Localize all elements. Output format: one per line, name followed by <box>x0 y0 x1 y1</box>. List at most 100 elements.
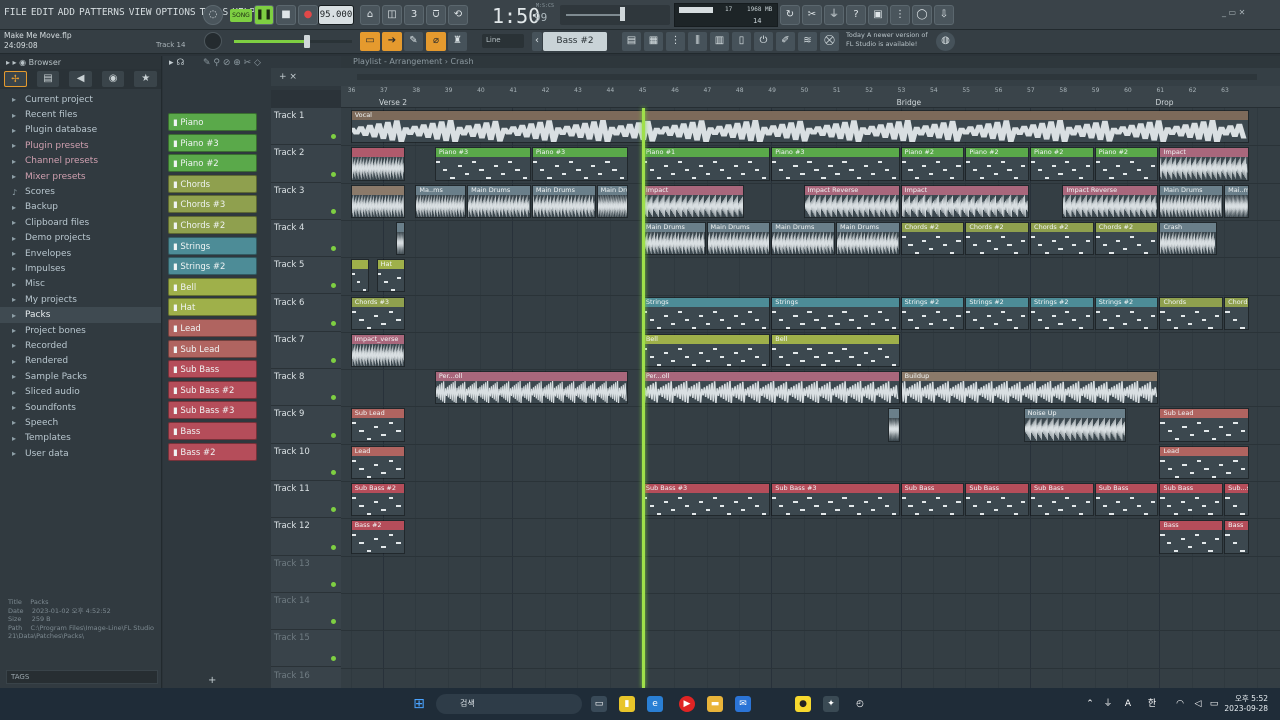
track-mute-led[interactable] <box>331 358 336 364</box>
pencil-icon[interactable]: ✎ <box>404 32 423 51</box>
playlist-clip[interactable]: Main Drums <box>531 184 596 218</box>
track-mute-led[interactable] <box>331 432 336 438</box>
playlist-clip[interactable]: Main Drums <box>835 221 900 256</box>
browser-item-15[interactable]: ▸ Project bones <box>0 323 161 338</box>
channel-button[interactable]: ▮ Bass <box>168 422 257 440</box>
link-icon[interactable]: ⌀ <box>426 32 446 51</box>
menu-view[interactable]: VIEW <box>129 7 152 18</box>
channel-button[interactable]: ▮ Bell <box>168 277 257 296</box>
channel-button[interactable]: ▮ Strings <box>168 236 257 255</box>
mic-tray-icon[interactable]: ⏚ <box>1100 696 1116 712</box>
channel-rack-icon[interactable]: ⋮ <box>666 32 685 51</box>
playlist-clip[interactable]: Sub Bass <box>1030 483 1094 517</box>
playlist-clip[interactable]: Noise Up <box>1023 408 1127 442</box>
recording-mode-icon[interactable]: ◌ <box>203 5 223 25</box>
playlist-clip[interactable]: Piano #3 <box>434 147 531 181</box>
playlist-clip[interactable]: Hat <box>376 259 405 293</box>
cut-icon[interactable]: ✂ <box>802 5 822 25</box>
taskbar-clock[interactable]: 오후 5:52 2023-09-28 <box>1222 693 1268 713</box>
browser-item-20[interactable]: ▸ Soundfonts <box>0 400 161 415</box>
track-header[interactable]: Track 6 <box>271 295 341 332</box>
playlist-clip[interactable]: Sub Bass #3 <box>641 483 771 517</box>
track-header[interactable]: Track 10 <box>271 444 341 481</box>
file-explorer-icon[interactable]: ▬ <box>707 696 723 712</box>
playlist-clip[interactable]: Sub Lead <box>350 408 405 442</box>
track-mute-led[interactable] <box>331 581 336 587</box>
playlist-clip[interactable]: Chords #3 <box>350 296 405 330</box>
track-mute-led[interactable] <box>331 246 336 252</box>
browser-item-8[interactable]: ▸ Clipboard files <box>0 215 161 230</box>
browser-icon[interactable]: ▥ <box>710 32 729 51</box>
add-channel-icon[interactable]: + <box>208 675 216 686</box>
playlist-clip[interactable]: Sub Bass <box>965 483 1030 517</box>
master-volume-knob[interactable] <box>204 32 222 50</box>
channel-button[interactable]: ▮ Strings #2 <box>168 257 257 276</box>
plugin-icon[interactable]: ▯ <box>732 32 751 51</box>
loop-record-icon[interactable]: ⟲ <box>448 5 468 25</box>
snap-select[interactable]: Line <box>482 34 524 48</box>
playlist-clip[interactable]: Sub Bass #3 <box>771 483 900 517</box>
channel-button[interactable]: ▮ Hat <box>168 298 257 317</box>
ruler-marker[interactable]: Bridge <box>897 98 921 107</box>
playlist-snap-icon[interactable]: ▭ <box>360 32 380 51</box>
playlist-clip[interactable]: Main Drums <box>467 184 531 218</box>
playlist-clip[interactable]: Piano #2 <box>1094 147 1159 181</box>
track-header[interactable]: Track 3 <box>271 183 341 220</box>
wait-input-icon[interactable]: ◫ <box>382 5 402 25</box>
song-position-display[interactable]: 1:50 99 M:S:CS <box>478 2 554 28</box>
playlist-clip[interactable]: Sub Bass <box>900 483 965 517</box>
track-mute-led[interactable] <box>331 320 336 326</box>
help-icon[interactable]: ? <box>846 5 866 25</box>
channel-button[interactable]: ▮ Sub Lead <box>168 339 257 358</box>
fl-studio-taskbar-icon[interactable]: ✦ <box>823 696 839 712</box>
add-track-icon[interactable]: + × <box>279 72 297 82</box>
clock-app-icon[interactable]: ◴ <box>852 696 868 712</box>
playlist-clip[interactable] <box>350 184 405 218</box>
track-mute-led[interactable] <box>331 134 336 140</box>
track-mute-led[interactable] <box>331 208 336 214</box>
playlist-clip[interactable]: Sub...ss <box>1224 483 1250 517</box>
playlist-clip[interactable]: Main Drums <box>706 221 771 256</box>
playlist-clip[interactable]: Bass #2 <box>350 520 405 554</box>
metronome-icon[interactable]: ⌂ <box>360 5 380 25</box>
playlist-clip[interactable]: Impact_verse <box>350 333 405 368</box>
mixer-icon-2[interactable]: ⫼ <box>688 32 707 51</box>
track-mute-led[interactable] <box>331 507 336 513</box>
stop-button[interactable]: ■ <box>276 5 296 25</box>
channel-button[interactable]: ▮ Piano #3 <box>168 133 257 152</box>
menu-file[interactable]: FILE <box>4 7 27 18</box>
playlist-clip[interactable]: Chords #2 <box>965 221 1030 256</box>
track-header[interactable]: Track 11 <box>271 481 341 519</box>
lang-indicator[interactable]: A <box>1120 696 1136 712</box>
playlist-clip[interactable]: Strings #2 <box>965 296 1030 330</box>
browser-item-17[interactable]: ▸ Rendered <box>0 354 161 369</box>
ruler-marker[interactable]: Drop <box>1155 98 1173 107</box>
track-mute-led[interactable] <box>331 656 336 662</box>
playlist-clip[interactable]: Chords <box>1159 296 1224 330</box>
browser-item-3[interactable]: ▸ Plugin presets <box>0 138 161 153</box>
playlist-clip[interactable]: Chords #2 <box>1030 221 1094 256</box>
task-view-icon[interactable]: ▭ <box>591 696 607 712</box>
chat-icon[interactable]: ◯ <box>912 5 932 25</box>
playlist-clip[interactable]: Lead <box>1159 445 1250 479</box>
playlist-icon[interactable]: ▤ <box>622 32 641 51</box>
song-mode-toggle[interactable]: SONG <box>230 9 252 22</box>
plug-icon[interactable]: ⏻ <box>754 32 773 51</box>
pattern-prev-icon[interactable]: ‹ <box>532 32 542 51</box>
track-header[interactable]: Track 1 <box>271 108 341 146</box>
channel-button[interactable]: ▮ Bass #2 <box>168 442 257 461</box>
track-mute-led[interactable] <box>331 283 336 289</box>
pattern-selector[interactable]: Bass #2 <box>543 32 607 51</box>
volume-icon[interactable]: ◁ <box>1190 696 1206 712</box>
playhead[interactable] <box>641 108 645 688</box>
pattern-tools-icon[interactable]: ▸ ☊ <box>169 58 184 68</box>
browser-item-13[interactable]: ▸ My projects <box>0 292 161 307</box>
tags-bar[interactable]: TAGS <box>6 670 158 684</box>
playlist-clip[interactable]: Strings #2 <box>1094 296 1159 330</box>
playlist-clip[interactable]: Main Drums <box>771 221 835 256</box>
playlist-clip[interactable]: Impact <box>900 184 1030 218</box>
playlist-clip[interactable]: Sub Bass #2 <box>350 483 405 517</box>
browser-tab-speaker[interactable]: ◀ <box>69 71 92 87</box>
playlist-clip[interactable]: Per...oll <box>434 371 628 405</box>
browser-item-18[interactable]: ▸ Sample Packs <box>0 369 161 384</box>
